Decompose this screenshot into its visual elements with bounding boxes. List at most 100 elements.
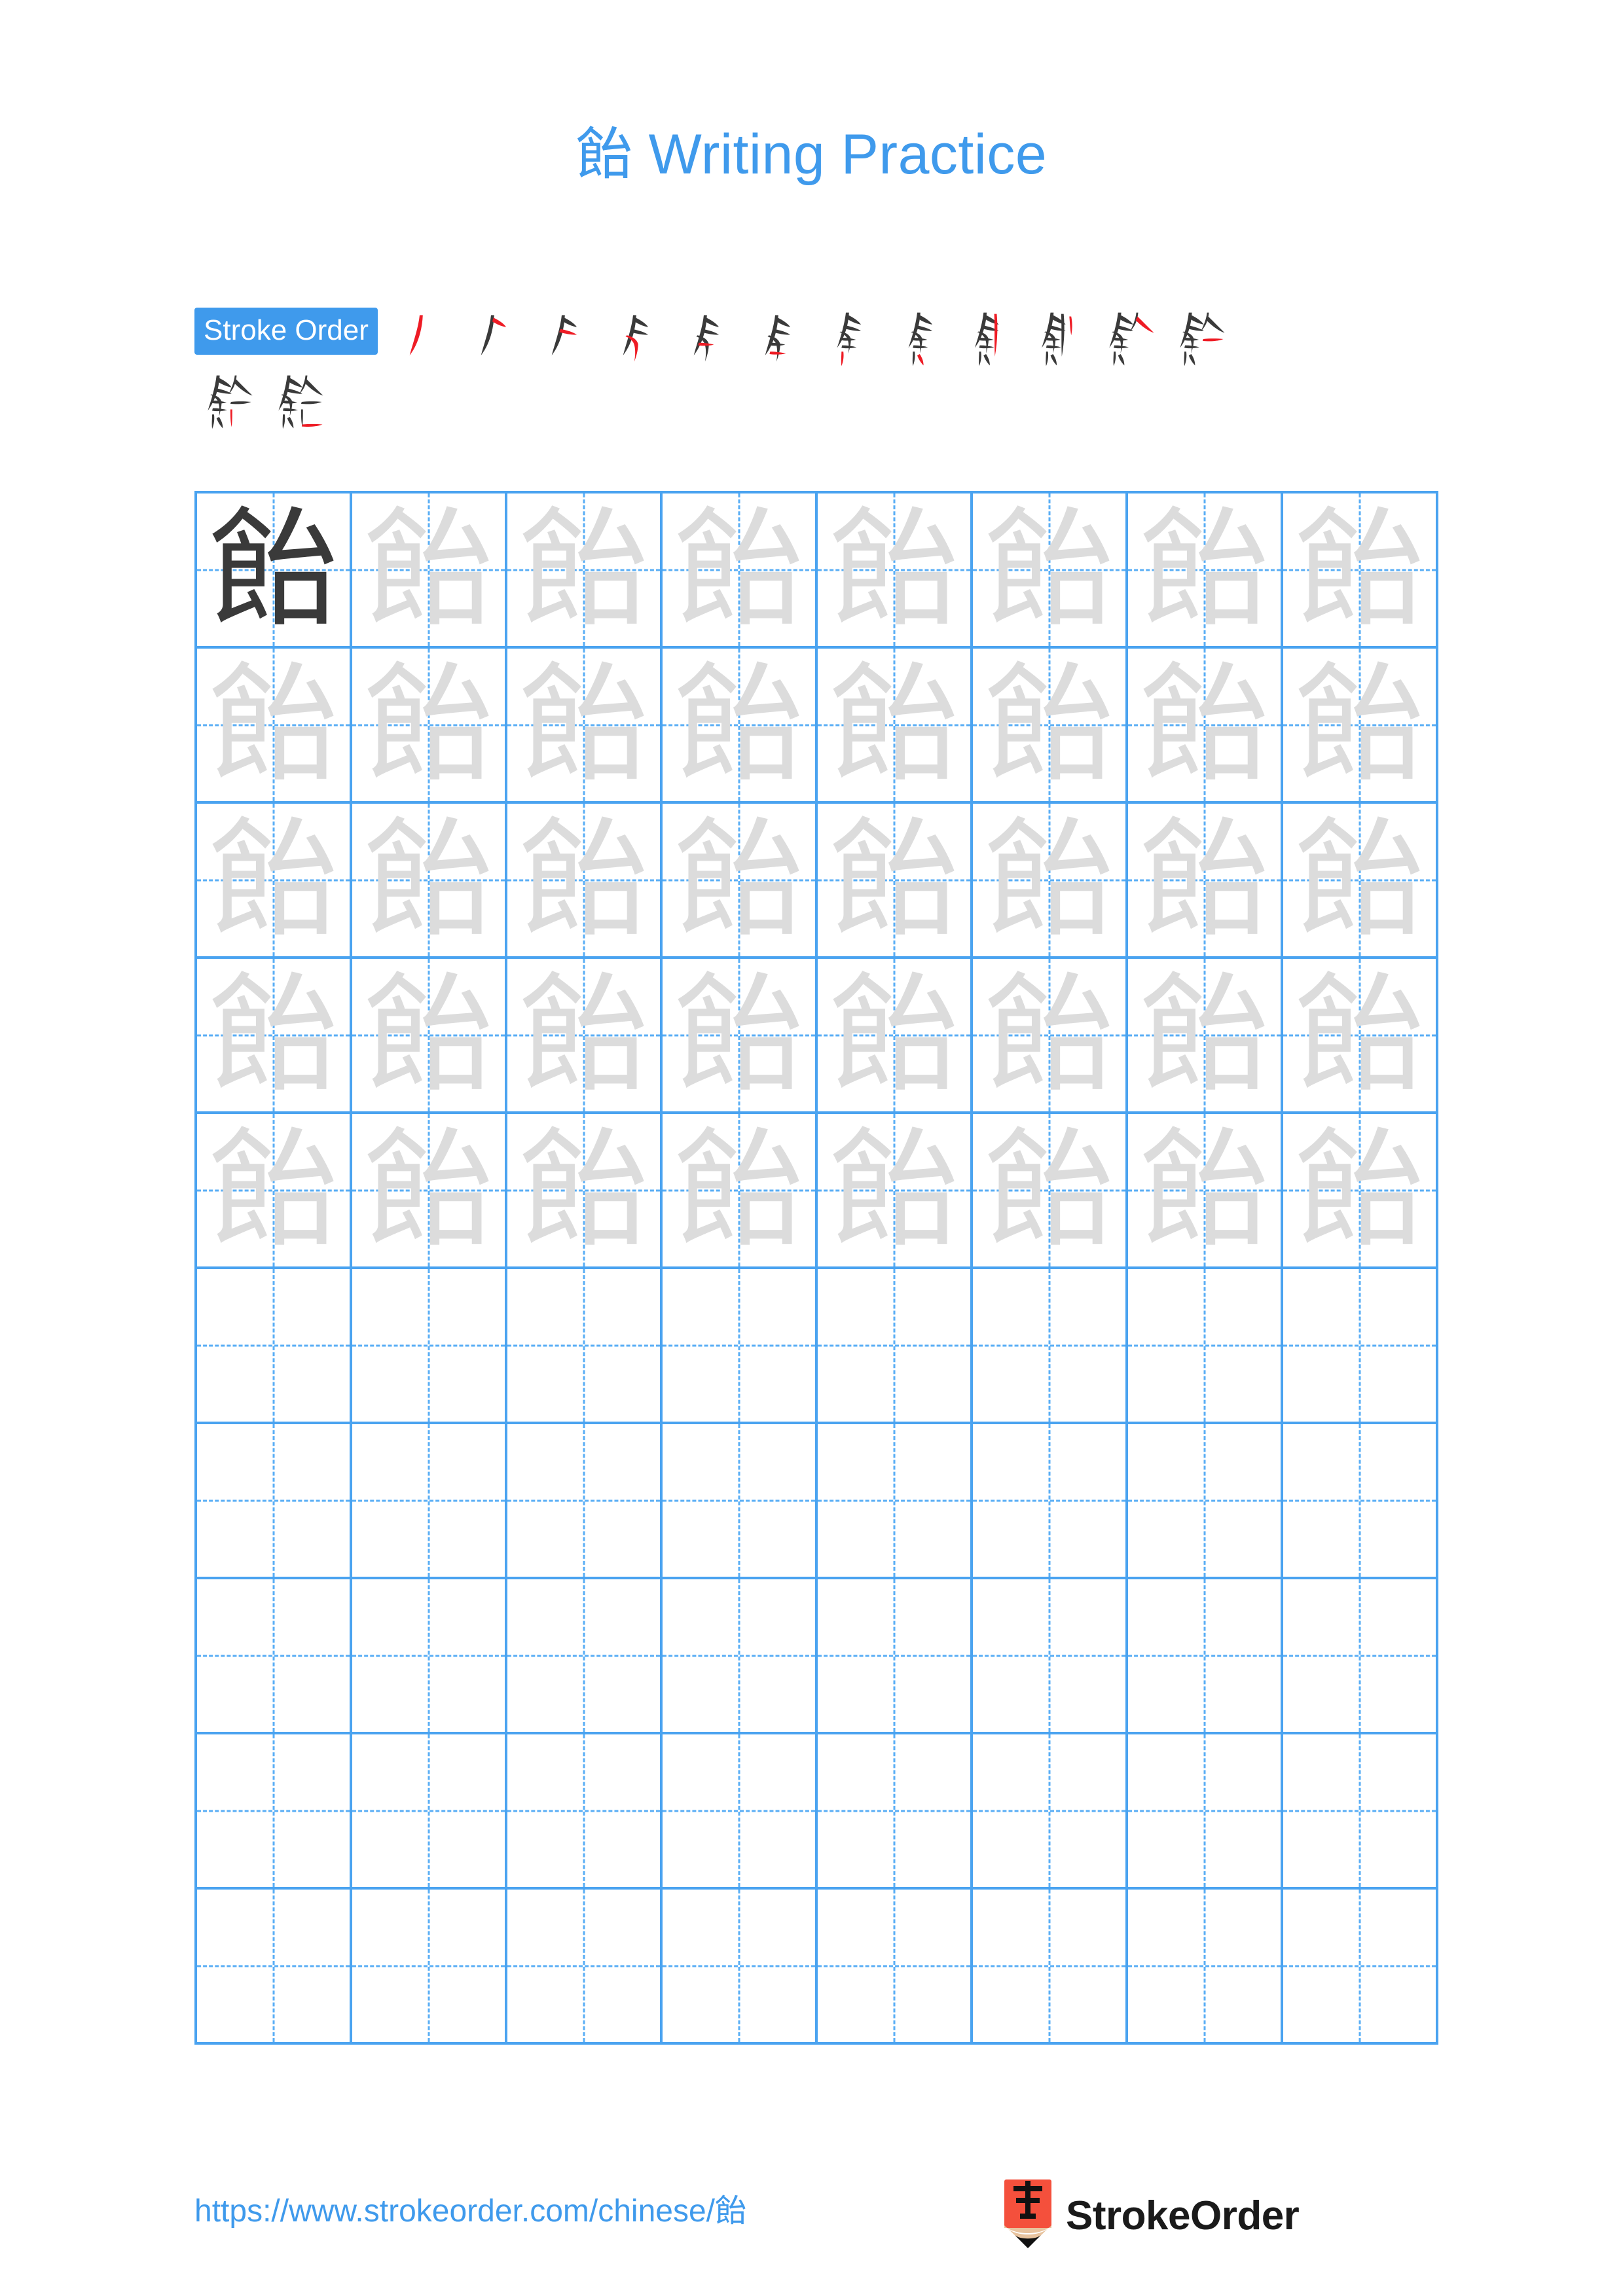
practice-grid-cell[interactable]: 飴 <box>352 649 507 804</box>
practice-grid-cell[interactable]: 飴 <box>352 804 507 959</box>
practice-grid-cell[interactable] <box>818 1734 973 1890</box>
cell-vertical-guide <box>893 1734 895 1887</box>
practice-grid-cell[interactable]: 飴 <box>1128 804 1283 959</box>
practice-grid-cell[interactable]: 飴 <box>663 1114 818 1269</box>
practice-grid-cell[interactable] <box>818 1579 973 1734</box>
stroke-order-row-1: Stroke Order <box>194 308 1438 370</box>
practice-grid-cell[interactable] <box>507 1890 663 2045</box>
practice-grid-cell[interactable]: 飴 <box>1128 493 1283 649</box>
practice-grid-cell[interactable]: 飴 <box>1128 959 1283 1114</box>
trace-character: 飴 <box>674 1115 803 1265</box>
practice-grid-cell[interactable] <box>663 1734 818 1890</box>
practice-grid-cell[interactable] <box>197 1424 352 1579</box>
footer: https://www.strokeorder.com/chinese/飴 St… <box>0 2179 1623 2258</box>
practice-grid-cell[interactable] <box>1128 1890 1283 2045</box>
practice-grid-cell[interactable] <box>973 1890 1128 2045</box>
practice-grid-cell[interactable]: 飴 <box>197 1114 352 1269</box>
practice-grid-cell[interactable] <box>507 1424 663 1579</box>
practice-grid-cell[interactable] <box>663 1890 818 2045</box>
practice-grid-cell[interactable] <box>663 1424 818 1579</box>
practice-grid-cell[interactable]: 飴 <box>973 649 1128 804</box>
practice-grid-cell[interactable] <box>197 1269 352 1424</box>
practice-grid-cell[interactable]: 飴 <box>818 1114 973 1269</box>
practice-grid-cell[interactable] <box>818 1269 973 1424</box>
practice-grid-cell[interactable] <box>973 1579 1128 1734</box>
stroke-step-4 <box>599 308 667 370</box>
practice-grid-cell[interactable] <box>507 1734 663 1890</box>
practice-grid-cell[interactable] <box>1283 1269 1438 1424</box>
practice-grid-cell[interactable] <box>1128 1424 1283 1579</box>
cell-vertical-guide <box>1203 1890 1205 2042</box>
practice-grid-cell[interactable]: 飴 <box>197 493 352 649</box>
practice-grid-cell[interactable]: 飴 <box>1283 493 1438 649</box>
practice-grid-cell[interactable] <box>507 1269 663 1424</box>
stroke-order-section: Stroke Order <box>194 308 1438 433</box>
practice-grid-cell[interactable]: 飴 <box>507 804 663 959</box>
practice-grid-cell[interactable]: 飴 <box>818 804 973 959</box>
practice-grid-cell[interactable]: 飴 <box>973 804 1128 959</box>
practice-grid-cell[interactable]: 飴 <box>352 493 507 649</box>
practice-grid-cell[interactable]: 飴 <box>352 959 507 1114</box>
practice-grid-cell[interactable]: 飴 <box>973 959 1128 1114</box>
practice-grid-cell[interactable]: 飴 <box>1283 1114 1438 1269</box>
practice-grid-cell[interactable]: 飴 <box>507 959 663 1114</box>
practice-grid-cell[interactable] <box>818 1890 973 2045</box>
practice-grid-cell[interactable]: 飴 <box>818 493 973 649</box>
practice-grid-cell[interactable]: 飴 <box>663 804 818 959</box>
cell-horizontal-guide <box>663 1965 815 1967</box>
practice-grid-cell[interactable]: 飴 <box>818 649 973 804</box>
practice-grid-cell[interactable] <box>663 1269 818 1424</box>
cell-horizontal-guide <box>507 1810 660 1812</box>
practice-grid-cell[interactable] <box>507 1579 663 1734</box>
practice-grid-cell[interactable] <box>197 1734 352 1890</box>
practice-grid-cell[interactable] <box>352 1424 507 1579</box>
practice-grid-cell[interactable]: 飴 <box>197 804 352 959</box>
practice-grid-cell[interactable] <box>663 1579 818 1734</box>
practice-grid-cell[interactable] <box>973 1269 1128 1424</box>
practice-grid-cell[interactable]: 飴 <box>663 959 818 1114</box>
practice-grid-cell[interactable] <box>1283 1579 1438 1734</box>
trace-character: 飴 <box>1140 805 1269 955</box>
practice-grid-cell[interactable] <box>197 1579 352 1734</box>
practice-grid-cell[interactable] <box>197 1890 352 2045</box>
practice-grid-cell[interactable]: 飴 <box>507 649 663 804</box>
practice-grid-cell[interactable]: 飴 <box>197 649 352 804</box>
practice-grid-cell[interactable] <box>1283 1890 1438 2045</box>
practice-grid-cell[interactable] <box>1128 1734 1283 1890</box>
practice-grid-cell[interactable]: 飴 <box>197 959 352 1114</box>
practice-grid-cell[interactable] <box>1283 1734 1438 1890</box>
practice-grid-cell[interactable]: 飴 <box>973 1114 1128 1269</box>
trace-character: 飴 <box>1295 960 1424 1110</box>
practice-grid-cell[interactable] <box>352 1734 507 1890</box>
practice-grid-cell[interactable] <box>1128 1269 1283 1424</box>
practice-grid-cell[interactable]: 飴 <box>663 649 818 804</box>
practice-grid-cell[interactable]: 飴 <box>507 493 663 649</box>
practice-grid-cell[interactable]: 飴 <box>973 493 1128 649</box>
practice-grid-cell[interactable] <box>352 1269 507 1424</box>
practice-grid-cell[interactable]: 飴 <box>352 1114 507 1269</box>
cell-horizontal-guide <box>818 1810 970 1812</box>
practice-grid-cell[interactable]: 飴 <box>1128 649 1283 804</box>
cell-vertical-guide <box>738 1579 740 1732</box>
cell-vertical-guide <box>1048 1424 1050 1577</box>
practice-grid-cell[interactable] <box>973 1424 1128 1579</box>
practice-grid: 飴飴飴飴飴飴飴飴飴飴飴飴飴飴飴飴飴飴飴飴飴飴飴飴飴飴飴飴飴飴飴飴飴飴飴飴飴飴飴飴 <box>194 491 1438 2045</box>
trace-character: 飴 <box>364 495 493 645</box>
practice-grid-cell[interactable] <box>1128 1579 1283 1734</box>
practice-grid-cell[interactable]: 飴 <box>663 493 818 649</box>
practice-grid-cell[interactable]: 飴 <box>1283 649 1438 804</box>
practice-grid-cell[interactable]: 飴 <box>1283 959 1438 1114</box>
trace-character: 飴 <box>519 1115 648 1265</box>
practice-grid-cell[interactable] <box>973 1734 1128 1890</box>
practice-grid-cell[interactable]: 飴 <box>1283 804 1438 959</box>
practice-grid-cell[interactable] <box>352 1890 507 2045</box>
practice-grid-cell[interactable] <box>352 1579 507 1734</box>
practice-grid-cell[interactable] <box>1283 1424 1438 1579</box>
cell-horizontal-guide <box>1128 1499 1281 1501</box>
practice-grid-cell[interactable]: 飴 <box>818 959 973 1114</box>
stroke-step-14 <box>265 370 333 433</box>
practice-grid-cell[interactable]: 飴 <box>507 1114 663 1269</box>
practice-grid-cell[interactable] <box>818 1424 973 1579</box>
practice-grid-cell[interactable]: 飴 <box>1128 1114 1283 1269</box>
source-url-link[interactable]: https://www.strokeorder.com/chinese/飴 <box>194 2185 746 2231</box>
